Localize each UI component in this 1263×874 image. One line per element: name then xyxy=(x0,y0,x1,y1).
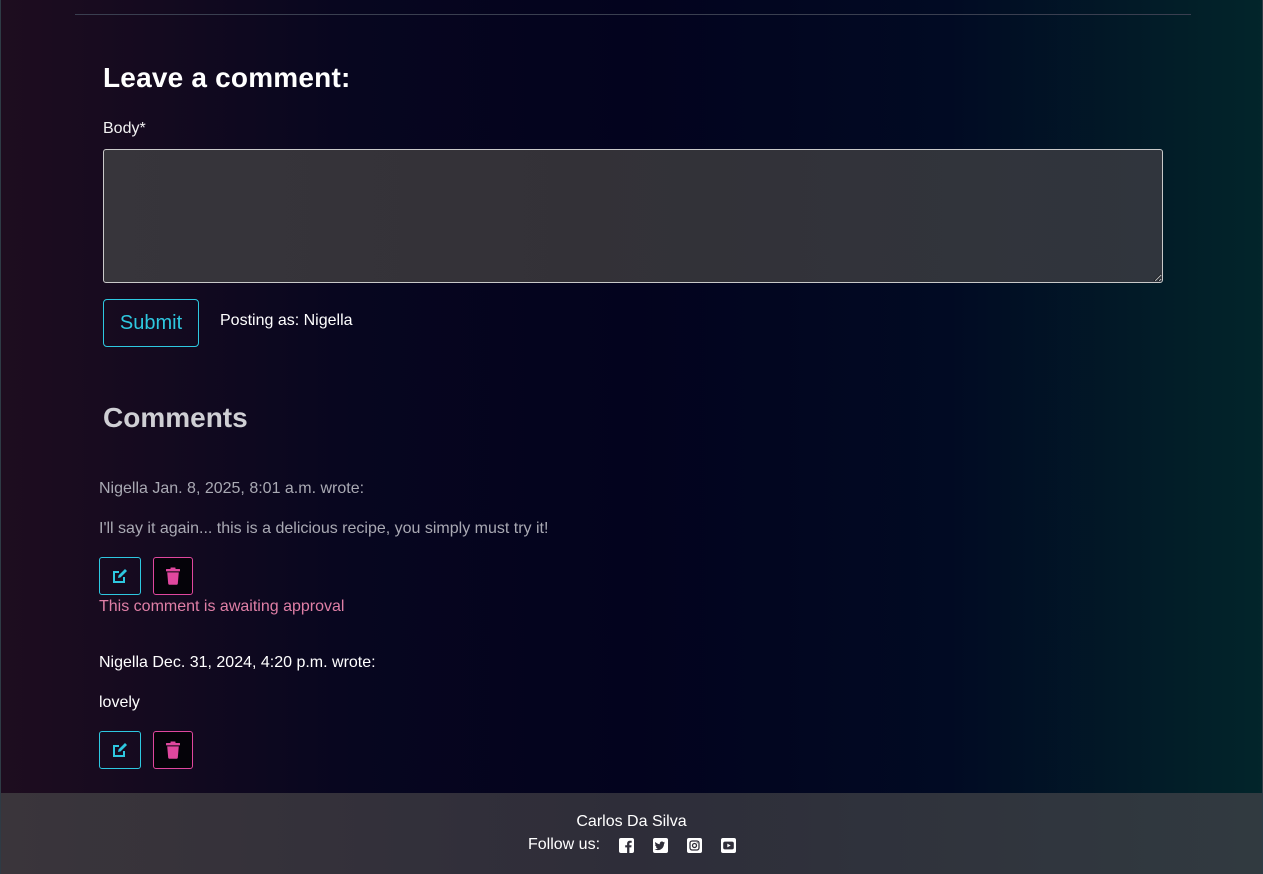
comment-item: Nigella Dec. 31, 2024, 4:20 p.m. wrote: … xyxy=(99,654,999,769)
comment-body-textarea[interactable] xyxy=(103,149,1163,283)
comments-title: Comments xyxy=(103,402,248,433)
footer-social: Follow us: xyxy=(528,836,754,854)
edit-icon xyxy=(113,743,127,757)
submit-button[interactable]: Submit xyxy=(103,299,199,347)
comment-actions xyxy=(99,731,193,769)
trash-icon xyxy=(166,741,180,759)
twitter-icon xyxy=(652,837,668,853)
delete-comment-button[interactable] xyxy=(153,557,193,595)
comment-body: I'll say it again... this is a delicious… xyxy=(99,520,549,537)
comment-meta: Nigella Dec. 31, 2024, 4:20 p.m. wrote: xyxy=(99,654,376,671)
follow-us-label: Follow us: xyxy=(528,836,601,853)
awaiting-approval-notice: This comment is awaiting approval xyxy=(99,598,345,615)
instagram-icon xyxy=(686,837,702,853)
posting-as-text: Posting as: Nigella xyxy=(220,312,353,329)
edit-icon xyxy=(113,569,127,583)
edit-comment-button[interactable] xyxy=(99,731,141,769)
instagram-link[interactable] xyxy=(686,837,702,853)
trash-icon xyxy=(166,567,180,585)
twitter-link[interactable] xyxy=(652,837,668,853)
site-footer: Carlos Da Silva Follow us: xyxy=(1,793,1262,874)
top-divider xyxy=(75,14,1191,15)
comment-form: Leave a comment: Body* Submit Posting as… xyxy=(103,62,1163,347)
facebook-link[interactable] xyxy=(618,837,634,853)
footer-author-name: Carlos Da Silva xyxy=(576,813,687,830)
facebook-icon xyxy=(618,837,634,853)
comment-item: Nigella Jan. 8, 2025, 8:01 a.m. wrote: I… xyxy=(99,480,999,615)
body-field-label: Body* xyxy=(103,120,146,137)
comment-meta: Nigella Jan. 8, 2025, 8:01 a.m. wrote: xyxy=(99,480,365,497)
youtube-icon xyxy=(720,837,736,853)
comment-form-title: Leave a comment: xyxy=(103,62,351,93)
comment-actions xyxy=(99,557,193,595)
delete-comment-button[interactable] xyxy=(153,731,193,769)
comment-body: lovely xyxy=(99,694,140,711)
edit-comment-button[interactable] xyxy=(99,557,141,595)
youtube-link[interactable] xyxy=(720,837,736,853)
